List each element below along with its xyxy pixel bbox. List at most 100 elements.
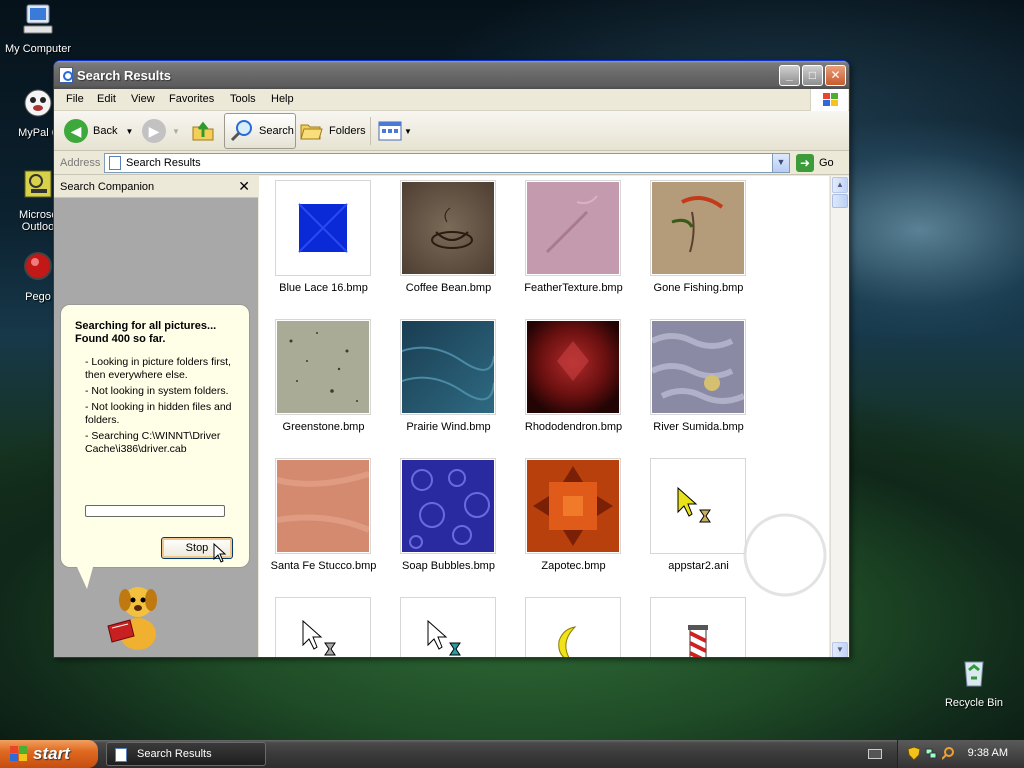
desktop-icon-label: Recycle Bin	[944, 697, 1004, 709]
folders-icon	[300, 124, 323, 140]
soap-thumbnail-icon	[402, 460, 494, 552]
views-icon	[378, 121, 402, 141]
thumbnail-frame	[650, 319, 746, 415]
recycle-bin-icon	[964, 661, 984, 687]
menu-tools[interactable]: Tools	[230, 93, 256, 105]
chevron-down-icon: ▼	[404, 126, 412, 136]
minimize-icon: _	[786, 68, 793, 82]
file-name: Rhododendron.bmp	[524, 421, 623, 433]
thumbnail-frame	[275, 319, 371, 415]
close-button[interactable]: ✕	[825, 65, 846, 86]
system-tray: 9:38 AM	[897, 740, 1024, 768]
file-thumbnail[interactable]: FeatherTexture.bmp	[511, 178, 636, 308]
scrollbar-thumb[interactable]	[832, 194, 848, 208]
menu-view[interactable]: View	[131, 93, 155, 105]
search-companion-title: Search Companion	[60, 181, 155, 193]
search-companion-pane: Search Companion ✕ Searching for all pic…	[54, 176, 258, 657]
start-button[interactable]: start	[0, 740, 98, 768]
keyboard-icon[interactable]	[868, 749, 882, 759]
feather-thumbnail-icon	[527, 182, 619, 274]
search-icon[interactable]	[942, 747, 954, 760]
chevron-down-icon: ▼	[776, 157, 786, 167]
address-label: Address	[60, 157, 101, 169]
file-thumbnail[interactable]: Greenstone.bmp	[261, 317, 386, 447]
file-name: Blue Lace 16.bmp	[279, 282, 368, 294]
file-thumbnail[interactable]: River Sumida.bmp	[636, 317, 761, 447]
file-thumbnail[interactable]	[511, 595, 636, 657]
address-value: Search Results	[126, 157, 201, 169]
file-thumbnail[interactable]	[261, 595, 386, 657]
search-results-icon	[109, 156, 121, 170]
file-name: River Sumida.bmp	[653, 421, 744, 433]
prairie-thumbnail-icon	[402, 321, 494, 413]
up-folder-button[interactable]	[191, 116, 215, 146]
file-thumbnail[interactable]	[636, 595, 761, 657]
windows-flag-icon	[10, 746, 27, 761]
views-button[interactable]: ▼	[378, 116, 412, 146]
folders-button[interactable]: Folders	[300, 116, 366, 146]
cursor2-thumbnail-icon	[402, 599, 494, 657]
minimize-button[interactable]: _	[779, 65, 800, 86]
file-thumbnail[interactable]: Gone Fishing.bmp	[636, 178, 761, 308]
file-name: Santa Fe Stucco.bmp	[270, 560, 377, 572]
pego-icon	[24, 252, 52, 280]
go-button[interactable]: ➜ Go	[796, 154, 834, 172]
back-button[interactable]: ◀ Back ▼	[64, 116, 133, 146]
search-note: - Not looking in hidden files and folder…	[85, 401, 232, 426]
toolbar-separator	[370, 117, 371, 145]
taskbar: start Search Results 9:38 AM	[0, 740, 1024, 768]
search-label: Search	[259, 125, 294, 137]
close-icon: ✕	[830, 68, 841, 82]
menu-file[interactable]: File	[66, 93, 84, 105]
forward-arrow-icon: ▶	[142, 119, 166, 143]
desktop-icon-my-computer[interactable]: My Computer	[0, 2, 76, 55]
menu-help[interactable]: Help	[271, 93, 294, 105]
file-thumbnail[interactable]: Prairie Wind.bmp	[386, 317, 511, 447]
menu-bar: File Edit View Favorites Tools Help	[54, 89, 849, 111]
thumbnail-frame	[650, 458, 746, 554]
thumbnail-frame	[525, 597, 621, 657]
vertical-scrollbar[interactable]: ▲ ▼	[830, 176, 849, 657]
mouse-cursor-icon	[213, 543, 227, 563]
coffee-thumbnail-icon	[402, 182, 494, 274]
menu-edit[interactable]: Edit	[97, 93, 116, 105]
file-thumbnail[interactable]: Soap Bubbles.bmp	[386, 456, 511, 586]
file-thumbnail[interactable]: Zapotec.bmp	[511, 456, 636, 586]
network-icon[interactable]	[925, 747, 937, 760]
taskbar-button-search-results[interactable]: Search Results	[106, 742, 266, 766]
search-icon	[230, 120, 252, 142]
rhodo-thumbnail-icon	[527, 321, 619, 413]
file-thumbnail[interactable]: Coffee Bean.bmp	[386, 178, 511, 308]
file-name: Coffee Bean.bmp	[405, 282, 492, 294]
address-dropdown-button[interactable]: ▼	[772, 154, 789, 172]
search-button[interactable]: Search	[224, 113, 296, 149]
security-shield-icon[interactable]	[908, 747, 920, 760]
scroll-down-button[interactable]: ▼	[832, 642, 848, 657]
cursor1-thumbnail-icon	[277, 599, 369, 657]
file-thumbnail[interactable]: Rhododendron.bmp	[511, 317, 636, 447]
forward-button[interactable]: ▶ ▼	[142, 116, 180, 146]
explorer-window[interactable]: Search Results _ □ ✕ File Edit View Favo…	[53, 60, 850, 658]
address-input[interactable]: Search Results ▼	[104, 153, 790, 173]
close-pane-icon[interactable]: ✕	[238, 178, 250, 195]
desktop-icon-recycle-bin[interactable]: Recycle Bin	[936, 656, 1012, 709]
thumbnail-frame	[400, 458, 496, 554]
thumbnail-frame	[400, 319, 496, 415]
maximize-button[interactable]: □	[802, 65, 823, 86]
search-results-icon	[59, 67, 73, 83]
search-companion-header: Search Companion ✕	[54, 176, 258, 198]
file-thumbnail[interactable]: Santa Fe Stucco.bmp	[261, 456, 386, 586]
thumbnail-frame	[275, 597, 371, 657]
file-thumbnail[interactable]	[386, 595, 511, 657]
thumbnail-frame	[525, 180, 621, 276]
folders-label: Folders	[329, 125, 366, 137]
menu-favorites[interactable]: Favorites	[169, 93, 214, 105]
greenstone-thumbnail-icon	[277, 321, 369, 413]
clock[interactable]: 9:38 AM	[968, 747, 1008, 759]
thumbnail-frame	[400, 180, 496, 276]
windows-logo-icon	[810, 89, 848, 111]
scroll-up-button[interactable]: ▲	[832, 177, 848, 193]
file-thumbnail[interactable]: Blue Lace 16.bmp	[261, 178, 386, 308]
title-bar[interactable]: Search Results _ □ ✕	[54, 61, 849, 89]
search-notes: - Looking in picture folders first, then…	[75, 356, 239, 456]
